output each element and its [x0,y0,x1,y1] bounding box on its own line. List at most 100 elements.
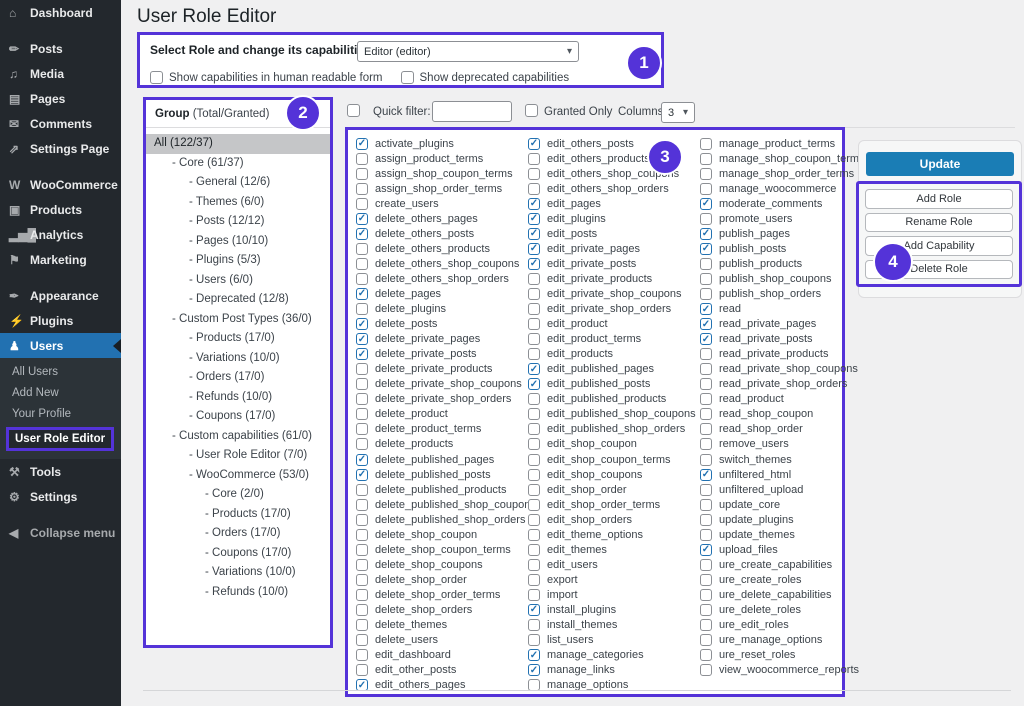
sidebar-subitem-user-role-editor[interactable]: User Role Editor [6,427,114,451]
group-item[interactable]: - Themes (6/0) [146,193,330,213]
capability-row[interactable]: ✓delete_private_pages [356,332,524,347]
capability-row[interactable]: edit_shop_order_terms [528,497,696,512]
capability-checkbox[interactable]: ✓ [700,228,712,240]
sidebar-item-plugins[interactable]: ⚡Plugins [0,308,121,333]
capability-row[interactable]: ure_delete_capabilities [700,587,868,602]
capability-row[interactable]: assign_shop_order_terms [356,181,524,196]
capability-checkbox[interactable]: ✓ [700,469,712,481]
capability-checkbox[interactable] [700,348,712,360]
capability-checkbox[interactable] [356,604,368,616]
capability-row[interactable]: create_users [356,196,524,211]
capability-checkbox[interactable] [528,348,540,360]
group-item[interactable]: - Products (17/0) [146,329,330,349]
capability-row[interactable]: read_private_shop_coupons [700,362,868,377]
capability-checkbox[interactable] [700,288,712,300]
capability-checkbox[interactable] [700,138,712,150]
capability-checkbox[interactable]: ✓ [528,649,540,661]
capability-checkbox[interactable]: ✓ [528,604,540,616]
capability-row[interactable]: edit_published_shop_coupons [528,407,696,422]
sidebar-item-appearance[interactable]: ✒Appearance [0,283,121,308]
capability-row[interactable]: edit_others_shop_orders [528,181,696,196]
capability-row[interactable]: delete_plugins [356,302,524,317]
capability-row[interactable]: delete_others_shop_coupons [356,256,524,271]
capability-checkbox[interactable] [356,619,368,631]
capability-checkbox[interactable]: ✓ [356,138,368,150]
capability-row[interactable]: delete_published_shop_coupons [356,497,524,512]
capability-row[interactable]: delete_shop_coupon [356,527,524,542]
select-all-checkbox[interactable] [347,104,360,117]
capability-row[interactable]: edit_private_shop_orders [528,302,696,317]
capability-row[interactable]: ✓edit_posts [528,226,696,241]
capability-row[interactable]: ✓edit_private_pages [528,241,696,256]
capability-row[interactable]: read_private_products [700,347,868,362]
capability-row[interactable]: ✓edit_pages [528,196,696,211]
capability-row[interactable]: edit_shop_order [528,482,696,497]
capability-row[interactable]: ✓unfiltered_html [700,467,868,482]
capability-row[interactable]: edit_themes [528,542,696,557]
capability-checkbox[interactable] [356,168,368,180]
group-item[interactable]: - WooCommerce (53/0) [146,466,330,486]
capability-checkbox[interactable] [700,183,712,195]
capability-row[interactable]: delete_products [356,437,524,452]
capability-checkbox[interactable] [700,454,712,466]
group-item[interactable]: - Refunds (10/0) [146,583,330,603]
capability-checkbox[interactable] [356,559,368,571]
capability-checkbox[interactable] [528,273,540,285]
capability-row[interactable]: edit_shop_orders [528,512,696,527]
capability-row[interactable]: edit_published_shop_orders [528,422,696,437]
capability-row[interactable]: ✓read_private_pages [700,317,868,332]
sidebar-item-settings[interactable]: ⚙Settings [0,484,121,509]
capability-row[interactable]: read_shop_order [700,422,868,437]
capability-checkbox[interactable] [528,438,540,450]
capability-row[interactable]: assign_product_terms [356,151,524,166]
capability-checkbox[interactable] [700,393,712,405]
capability-checkbox[interactable] [700,589,712,601]
capability-row[interactable]: ✓delete_others_posts [356,226,524,241]
sidebar-item-settings-page[interactable]: ⇗Settings Page [0,136,121,161]
capability-row[interactable]: import [528,587,696,602]
capability-row[interactable]: ✓manage_links [528,663,696,678]
capability-checkbox[interactable] [528,288,540,300]
capability-checkbox[interactable]: ✓ [700,318,712,330]
capability-row[interactable]: ✓delete_pages [356,286,524,301]
capability-checkbox[interactable] [528,469,540,481]
capability-row[interactable]: edit_other_posts [356,663,524,678]
add-role-button[interactable]: Add Role [865,189,1013,209]
sidebar-item-products[interactable]: ▣Products [0,197,121,222]
capability-checkbox[interactable] [356,303,368,315]
sidebar-subitem-your-profile[interactable]: Your Profile [0,404,121,425]
capability-row[interactable]: ✓install_plugins [528,602,696,617]
capability-row[interactable]: edit_dashboard [356,648,524,663]
capability-row[interactable]: delete_product_terms [356,422,524,437]
capability-row[interactable]: edit_theme_options [528,527,696,542]
sidebar-subitem-add-new[interactable]: Add New [0,383,121,404]
capability-row[interactable]: delete_private_shop_orders [356,392,524,407]
capability-checkbox[interactable] [528,168,540,180]
capability-checkbox[interactable]: ✓ [356,213,368,225]
group-item[interactable]: - Coupons (17/0) [146,407,330,427]
group-item[interactable]: - General (12/6) [146,173,330,193]
capability-row[interactable]: delete_product [356,407,524,422]
capability-checkbox[interactable] [356,589,368,601]
capability-row[interactable]: ✓delete_others_pages [356,211,524,226]
columns-select[interactable]: 3 ▾ [661,102,695,123]
group-item[interactable]: - Posts (12/12) [146,212,330,232]
capability-checkbox[interactable] [356,393,368,405]
group-item[interactable]: - Core (2/0) [146,485,330,505]
group-item[interactable]: - Orders (17/0) [146,368,330,388]
capability-checkbox[interactable]: ✓ [528,198,540,210]
capability-row[interactable]: edit_shop_coupon [528,437,696,452]
capability-row[interactable]: read_private_shop_orders [700,377,868,392]
sidebar-item-dashboard[interactable]: ⌂Dashboard [0,0,121,25]
capability-row[interactable]: publish_products [700,256,868,271]
capability-checkbox[interactable]: ✓ [700,198,712,210]
capability-checkbox[interactable] [356,243,368,255]
capability-row[interactable]: view_woocommerce_reports [700,663,868,678]
capability-checkbox[interactable]: ✓ [528,258,540,270]
capability-row[interactable]: manage_shop_coupon_terms [700,151,868,166]
capability-row[interactable]: promote_users [700,211,868,226]
group-item[interactable]: - Users (6/0) [146,271,330,291]
capability-checkbox[interactable] [700,664,712,676]
capability-checkbox[interactable] [700,634,712,646]
capability-checkbox[interactable] [700,408,712,420]
